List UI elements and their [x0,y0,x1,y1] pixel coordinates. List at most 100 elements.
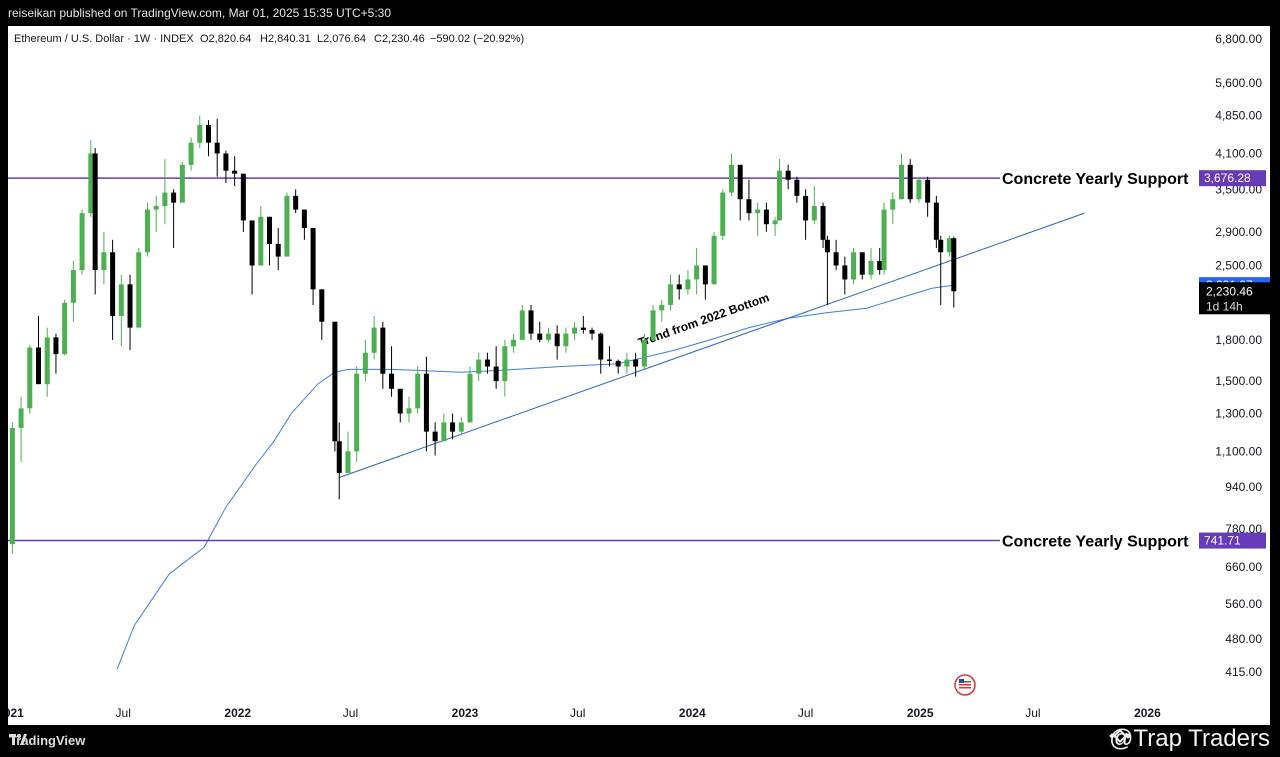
candle-body[interactable] [162,192,168,207]
candle-body[interactable] [511,339,517,347]
candle-body[interactable] [397,388,403,414]
candle-body[interactable] [563,333,569,347]
candle-body[interactable] [362,352,368,374]
candle-body[interactable] [110,252,116,316]
candle-body[interactable] [667,284,673,305]
candle-body[interactable] [354,373,360,452]
candle-body[interactable] [275,243,281,257]
candle-body[interactable] [842,265,848,280]
candle-body[interactable] [214,142,220,154]
candle-body[interactable] [580,327,586,330]
chart-area[interactable]: 6,800.00 5,600.00 4,850.00 4,100.00 3,500.00… [8,26,1270,725]
candle-body[interactable] [650,310,656,340]
candle-body[interactable] [240,173,246,221]
candle-body[interactable] [925,179,931,203]
candle-body[interactable] [877,260,883,271]
candle-body[interactable] [144,209,150,253]
candle-body[interactable] [881,209,887,271]
candle-body[interactable] [223,153,229,171]
candle-body[interactable] [890,199,896,210]
candle-body[interactable] [127,284,133,328]
candle-body[interactable] [785,170,791,180]
candle-body[interactable] [319,289,325,322]
candle-body[interactable] [794,179,800,196]
candle-body[interactable] [746,199,752,214]
candle-body[interactable] [907,164,913,200]
candle-body[interactable] [293,195,299,210]
candle-body[interactable] [389,373,395,389]
candle-body[interactable] [88,153,94,214]
candle-body[interactable] [545,333,551,340]
candle-body[interactable] [18,408,24,428]
candle-body[interactable] [53,337,59,355]
candle-body[interactable] [9,427,15,545]
candle-body[interactable] [205,124,211,143]
candle-body[interactable] [720,192,726,236]
candle-body[interactable] [415,373,421,409]
candle-body[interactable] [659,304,665,311]
candle-body[interactable] [27,347,33,409]
candle-body[interactable] [232,170,238,174]
candle-body[interactable] [258,216,264,266]
candle-body[interactable] [938,239,944,253]
candle-body[interactable] [519,310,525,340]
candle-body[interactable] [284,195,290,257]
candle-body[interactable] [249,220,255,266]
candle-body[interactable] [44,337,50,385]
candle-body[interactable] [92,153,98,271]
candle-body[interactable] [62,302,68,355]
candle-body[interactable] [933,202,939,240]
candle-body[interactable] [633,359,639,367]
candle-body[interactable] [332,321,338,442]
candle-body[interactable] [267,216,273,244]
candle-body[interactable] [676,284,682,290]
candle-body[interactable] [598,333,604,360]
candle-body[interactable] [171,192,177,203]
candle-body[interactable] [916,179,922,200]
candle-body[interactable] [406,408,412,414]
candle-body[interactable] [136,252,142,328]
candle-body[interactable] [772,220,778,225]
candle-body[interactable] [820,206,826,240]
candle-body[interactable] [493,366,499,382]
candle-body[interactable] [423,373,429,432]
candle-body[interactable] [868,260,874,275]
price-chart[interactable]: 6,800.005,600.004,850.004,100.003,500.00… [8,26,1270,725]
candle-body[interactable] [554,333,560,347]
candle-body[interactable] [450,422,456,432]
candle-body[interactable] [946,238,952,253]
candle-body[interactable] [153,206,159,210]
candle-body[interactable] [441,422,447,442]
candle-body[interactable] [737,164,743,200]
candle-body[interactable] [694,265,700,280]
candle-body[interactable] [711,235,717,285]
candle-body[interactable] [502,346,508,382]
candle-body[interactable] [36,347,42,385]
candle-body[interactable] [484,359,490,367]
candle-body[interactable] [476,359,482,374]
candle-body[interactable] [70,270,76,303]
candle-body[interactable] [824,239,830,253]
candle-body[interactable] [467,373,473,423]
candle-body[interactable] [951,238,957,292]
candle-body[interactable] [537,333,543,340]
candle-body[interactable] [776,170,782,221]
candle-body[interactable] [898,164,904,200]
candle-body[interactable] [188,142,194,165]
candle-body[interactable] [432,431,438,442]
candle-body[interactable] [589,329,595,334]
candle-body[interactable] [345,451,351,473]
candle-body[interactable] [859,252,865,275]
candle-body[interactable] [310,228,316,290]
candle-body[interactable] [803,195,809,221]
candle-body[interactable] [179,164,185,203]
candle-body[interactable] [624,359,630,367]
candle-body[interactable] [755,209,761,214]
candle-body[interactable] [615,360,621,367]
candle-body[interactable] [729,164,735,193]
candle-body[interactable] [763,209,769,225]
candle-body[interactable] [833,252,839,266]
candle-body[interactable] [811,206,817,221]
candle-body[interactable] [702,265,708,285]
tradingview-logo[interactable]: TradingView [9,733,85,748]
